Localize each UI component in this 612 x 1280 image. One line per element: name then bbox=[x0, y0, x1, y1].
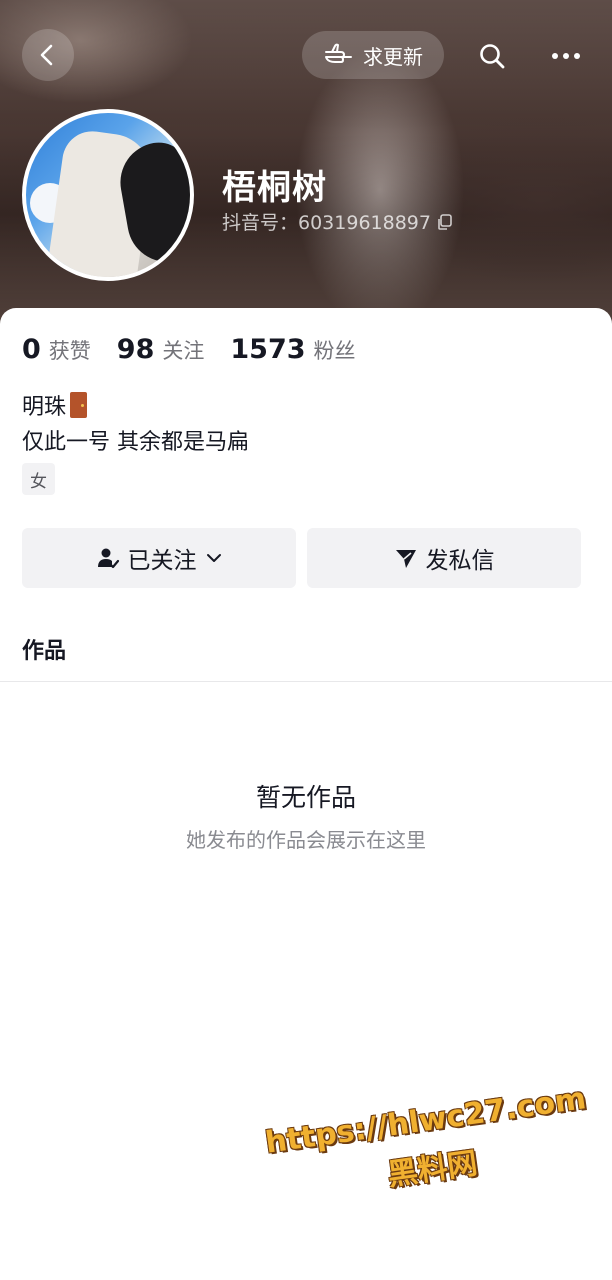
hand-point-icon bbox=[325, 43, 352, 63]
back-icon bbox=[40, 44, 53, 66]
chevron-down-icon bbox=[206, 554, 221, 562]
stats-row: 0 获赞 98 关注 1573 粉丝 bbox=[22, 334, 382, 365]
search-button[interactable] bbox=[466, 30, 518, 82]
door-icon bbox=[70, 392, 88, 418]
user-check-icon bbox=[97, 548, 119, 569]
stat-following-value: 98 bbox=[116, 334, 155, 365]
stat-likes-label: 获赞 bbox=[48, 339, 91, 363]
followed-label: 已关注 bbox=[127, 548, 197, 574]
stat-likes[interactable]: 0 获赞 bbox=[22, 334, 91, 365]
send-message-label: 发私信 bbox=[425, 548, 495, 574]
tab-works[interactable]: 作品 bbox=[22, 633, 66, 665]
request-update-button[interactable]: 求更新 bbox=[302, 31, 444, 79]
followed-button[interactable]: 已关注 bbox=[22, 528, 296, 588]
more-button[interactable] bbox=[540, 30, 592, 82]
stat-followers-value: 1573 bbox=[230, 334, 306, 365]
stat-likes-value: 0 bbox=[22, 334, 41, 365]
profile-name: 梧桐树 bbox=[222, 168, 327, 208]
more-icon bbox=[552, 53, 580, 59]
copy-icon[interactable] bbox=[437, 213, 453, 230]
search-icon bbox=[480, 44, 505, 69]
douyin-id: 抖音号：60319618897 bbox=[222, 212, 431, 234]
empty-state-title: 暂无作品 bbox=[255, 783, 356, 812]
gender-tag: 女 bbox=[22, 463, 55, 495]
bio-line-1-text: 明珠 bbox=[22, 395, 67, 420]
tab-divider bbox=[0, 681, 612, 682]
stat-followers-label: 粉丝 bbox=[313, 339, 356, 363]
stat-following[interactable]: 98 关注 bbox=[117, 334, 205, 365]
send-icon bbox=[395, 550, 416, 568]
send-message-button[interactable]: 发私信 bbox=[307, 528, 581, 588]
bio-line-1: 明珠 bbox=[22, 389, 88, 421]
douyin-id-row[interactable]: 抖音号：60319618897 bbox=[222, 208, 453, 235]
empty-state-subtitle: 她发布的作品会展示在这里 bbox=[186, 828, 426, 852]
stat-followers[interactable]: 1573 粉丝 bbox=[230, 334, 355, 365]
bio-line-2: 仅此一号 其余都是马扁 bbox=[22, 430, 249, 455]
back-button[interactable] bbox=[22, 29, 74, 81]
request-update-label: 求更新 bbox=[363, 44, 423, 69]
stat-following-label: 关注 bbox=[162, 339, 205, 363]
avatar[interactable] bbox=[22, 109, 194, 281]
